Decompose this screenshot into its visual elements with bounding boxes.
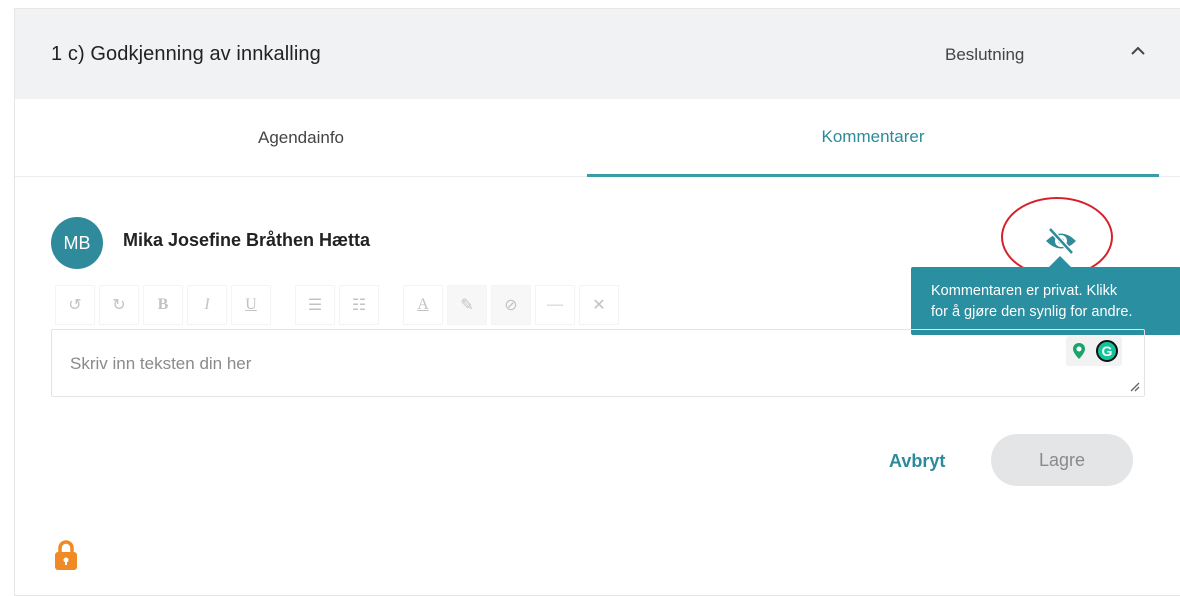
chevron-up-icon[interactable]: [1129, 42, 1147, 60]
editor-toolbar: ↺ ↻ B I U ☰ ☷ A ✎ ⊘ — ✕: [55, 285, 623, 329]
agenda-item-card: 1 c) Godkjenning av innkalling Beslutnin…: [14, 8, 1180, 596]
comment-editor[interactable]: Skriv inn teksten din her G: [51, 329, 1145, 397]
cancel-button[interactable]: Avbryt: [889, 451, 945, 472]
agenda-item-header[interactable]: 1 c) Godkjenning av innkalling Beslutnin…: [15, 9, 1180, 99]
redo-button[interactable]: ↻: [99, 285, 139, 325]
underline-button[interactable]: U: [231, 285, 271, 325]
tab-bar: Agendainfo Kommentarer: [15, 99, 1180, 177]
tab-agendainfo[interactable]: Agendainfo: [15, 99, 587, 177]
resize-handle-icon[interactable]: [1128, 380, 1140, 392]
tab-kommentarer[interactable]: Kommentarer: [587, 99, 1159, 177]
editor-placeholder: Skriv inn teksten din her: [70, 354, 252, 373]
italic-button[interactable]: I: [187, 285, 227, 325]
avatar: MB: [51, 217, 103, 269]
bold-button[interactable]: B: [143, 285, 183, 325]
tooltip-line-1: Kommentaren er privat. Klikk: [931, 283, 1118, 299]
highlight-button[interactable]: ✎: [447, 285, 487, 325]
horizontal-rule-button[interactable]: —: [535, 285, 575, 325]
undo-button[interactable]: ↺: [55, 285, 95, 325]
extension-icons: G: [1066, 336, 1122, 366]
numbered-list-button[interactable]: ☷: [339, 285, 379, 325]
decision-tag: Beslutning: [945, 45, 1025, 64]
remove-button[interactable]: ✕: [579, 285, 619, 325]
save-button[interactable]: Lagre: [991, 434, 1133, 486]
comment-author: Mika Josefine Bråthen Hætta: [123, 230, 371, 250]
tooltip-line-2: for å gjøre den synlig for andre.: [931, 304, 1133, 320]
privacy-tooltip: Kommentaren er privat. Klikk for å gjøre…: [911, 267, 1180, 335]
text-color-button[interactable]: A: [403, 285, 443, 325]
bullet-list-button[interactable]: ☰: [295, 285, 335, 325]
lock-icon[interactable]: [53, 539, 79, 571]
grammarly-icon[interactable]: G: [1096, 340, 1118, 362]
clear-format-button[interactable]: ⊘: [491, 285, 531, 325]
location-pin-icon[interactable]: [1072, 342, 1086, 360]
agenda-item-title: 1 c) Godkjenning av innkalling: [51, 43, 321, 65]
